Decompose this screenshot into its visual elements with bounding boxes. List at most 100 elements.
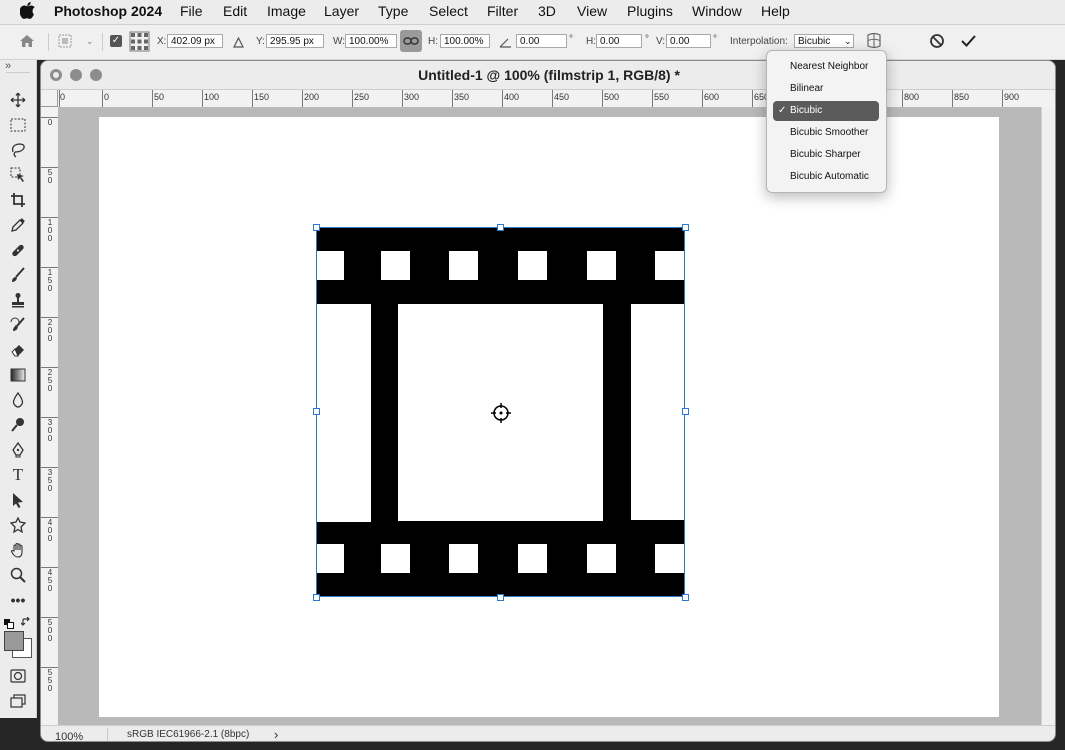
transform-handle-top[interactable] [497, 224, 504, 231]
type-tool-icon[interactable]: T [8, 465, 28, 485]
status-bar: 100% sRGB IEC61966-2.1 (8bpc) › [41, 725, 1055, 741]
menu-3d[interactable]: 3D [538, 3, 556, 19]
horizontal-skew-field[interactable]: 0.00 [596, 34, 642, 48]
ruler-label: 150 [47, 268, 53, 293]
menu-item-bicubic-sharper[interactable]: Bicubic Sharper [773, 145, 879, 165]
menu-image[interactable]: Image [267, 3, 306, 19]
transform-handle-top-right[interactable] [682, 224, 689, 231]
quick-mask-icon[interactable] [8, 666, 28, 686]
ruler-label: 50 [154, 92, 165, 102]
brush-tool-icon[interactable] [8, 265, 28, 285]
cancel-transform-icon[interactable] [929, 33, 945, 54]
link-aspect-button[interactable] [400, 30, 422, 52]
ruler-label: 250 [354, 92, 370, 102]
lasso-tool-icon[interactable] [8, 140, 28, 160]
y-label: Y: [256, 36, 265, 47]
delta-icon[interactable] [233, 35, 244, 53]
menu-edit[interactable]: Edit [223, 3, 247, 19]
eyedropper-tool-icon[interactable] [8, 215, 28, 235]
w-label: W: [333, 36, 346, 47]
canvas-pasteboard[interactable] [58, 107, 1041, 725]
path-select-tool-icon[interactable] [8, 490, 28, 510]
menu-layer[interactable]: Layer [324, 3, 359, 19]
more-tools-icon[interactable]: ••• [8, 590, 28, 610]
screen-mode-icon[interactable] [8, 691, 28, 711]
history-brush-tool-icon[interactable] [8, 315, 28, 335]
document-canvas[interactable] [99, 117, 999, 717]
crop-tool-icon[interactable] [8, 190, 28, 210]
menu-select[interactable]: Select [429, 3, 468, 19]
ruler-label: 200 [304, 92, 320, 102]
menu-window[interactable]: Window [692, 3, 742, 19]
transform-handle-left[interactable] [313, 408, 320, 415]
transform-tool-preset-icon[interactable] [58, 34, 78, 53]
transform-handle-bottom-left[interactable] [313, 594, 320, 601]
color-profile-info[interactable]: sRGB IEC61966-2.1 (8bpc) [127, 729, 249, 740]
interpolation-select[interactable]: Bicubic ⌄ [794, 34, 854, 48]
vertical-ruler[interactable]: 0 50 100 150 200 250 300 350 400 450 500… [41, 107, 59, 725]
transform-handle-bottom-right[interactable] [682, 594, 689, 601]
divider [102, 33, 103, 51]
y-position-field[interactable]: 295.95 px [266, 34, 324, 48]
app-name-menu[interactable]: Photoshop 2024 [54, 3, 162, 19]
blur-tool-icon[interactable] [8, 390, 28, 410]
eraser-tool-icon[interactable] [8, 340, 28, 360]
ruler-label: 300 [404, 92, 420, 102]
commit-transform-icon[interactable] [960, 33, 977, 54]
menu-help[interactable]: Help [761, 3, 790, 19]
vertical-scrollbar[interactable] [1041, 107, 1055, 725]
dodge-tool-icon[interactable] [8, 415, 28, 435]
ruler-label: 500 [47, 618, 53, 643]
transform-handle-bottom[interactable] [497, 594, 504, 601]
hand-tool-icon[interactable] [8, 540, 28, 560]
menu-item-bicubic[interactable]: ✓ Bicubic [773, 101, 879, 121]
divider [107, 728, 108, 741]
apple-icon[interactable] [19, 2, 35, 22]
rotation-angle-field[interactable]: 0.00 [516, 34, 567, 48]
transform-handle-top-left[interactable] [313, 224, 320, 231]
h-skew-label: H: [586, 36, 596, 47]
height-field[interactable]: 100.00% [440, 34, 490, 48]
interpolation-dropdown-menu: Nearest Neighbor Bilinear ✓ Bicubic Bicub… [766, 50, 887, 193]
x-position-field[interactable]: 402.09 px [167, 34, 223, 48]
menu-plugins[interactable]: Plugins [627, 3, 673, 19]
chevron-down-icon[interactable]: ⌄ [86, 36, 94, 47]
menu-item-bicubic-automatic[interactable]: Bicubic Automatic [773, 167, 879, 187]
menu-view[interactable]: View [577, 3, 607, 19]
vertical-skew-field[interactable]: 0.00 [666, 34, 711, 48]
v-skew-label: V: [656, 36, 666, 47]
ruler-label: 0 [104, 92, 110, 102]
menu-filter[interactable]: Filter [487, 3, 518, 19]
horizontal-ruler[interactable]: 0 0 50 100 150 200 250 300 350 400 450 5… [58, 90, 1055, 108]
home-icon[interactable] [19, 34, 35, 53]
gradient-tool-icon[interactable] [8, 365, 28, 385]
shape-tool-icon[interactable] [8, 515, 28, 535]
reference-point-checkbox[interactable]: ✓ [110, 35, 122, 47]
ruler-label: 900 [1004, 92, 1020, 102]
menu-item-bicubic-smoother[interactable]: Bicubic Smoother [773, 123, 879, 143]
document-title-bar: Untitled-1 @ 100% (filmstrip 1, RGB/8) * [41, 61, 1055, 90]
menu-file[interactable]: File [180, 3, 203, 19]
marquee-tool-icon[interactable] [8, 115, 28, 135]
menu-item-bilinear[interactable]: Bilinear [773, 79, 879, 99]
menu-item-nearest-neighbor[interactable]: Nearest Neighbor [773, 57, 879, 77]
move-tool-icon[interactable] [8, 90, 28, 110]
pen-tool-icon[interactable] [8, 440, 28, 460]
reference-point-icon[interactable] [489, 401, 513, 430]
zoom-tool-icon[interactable] [8, 565, 28, 585]
transform-handle-right[interactable] [682, 408, 689, 415]
width-field[interactable]: 100.00% [345, 34, 397, 48]
object-select-tool-icon[interactable] [8, 165, 28, 185]
menu-type[interactable]: Type [378, 3, 408, 19]
clone-stamp-tool-icon[interactable] [8, 290, 28, 310]
collapse-panel-icon[interactable]: » [5, 60, 11, 72]
ruler-origin[interactable] [41, 90, 58, 107]
foreground-color-swatch[interactable] [4, 631, 24, 651]
healing-brush-tool-icon[interactable] [8, 240, 28, 260]
x-label: X: [157, 36, 167, 47]
zoom-level[interactable]: 100% [55, 731, 83, 741]
reference-point-grid-icon[interactable] [129, 31, 150, 57]
ruler-label: 300 [47, 418, 53, 443]
ruler-label: 550 [47, 668, 53, 693]
status-menu-arrow[interactable]: › [274, 727, 278, 741]
